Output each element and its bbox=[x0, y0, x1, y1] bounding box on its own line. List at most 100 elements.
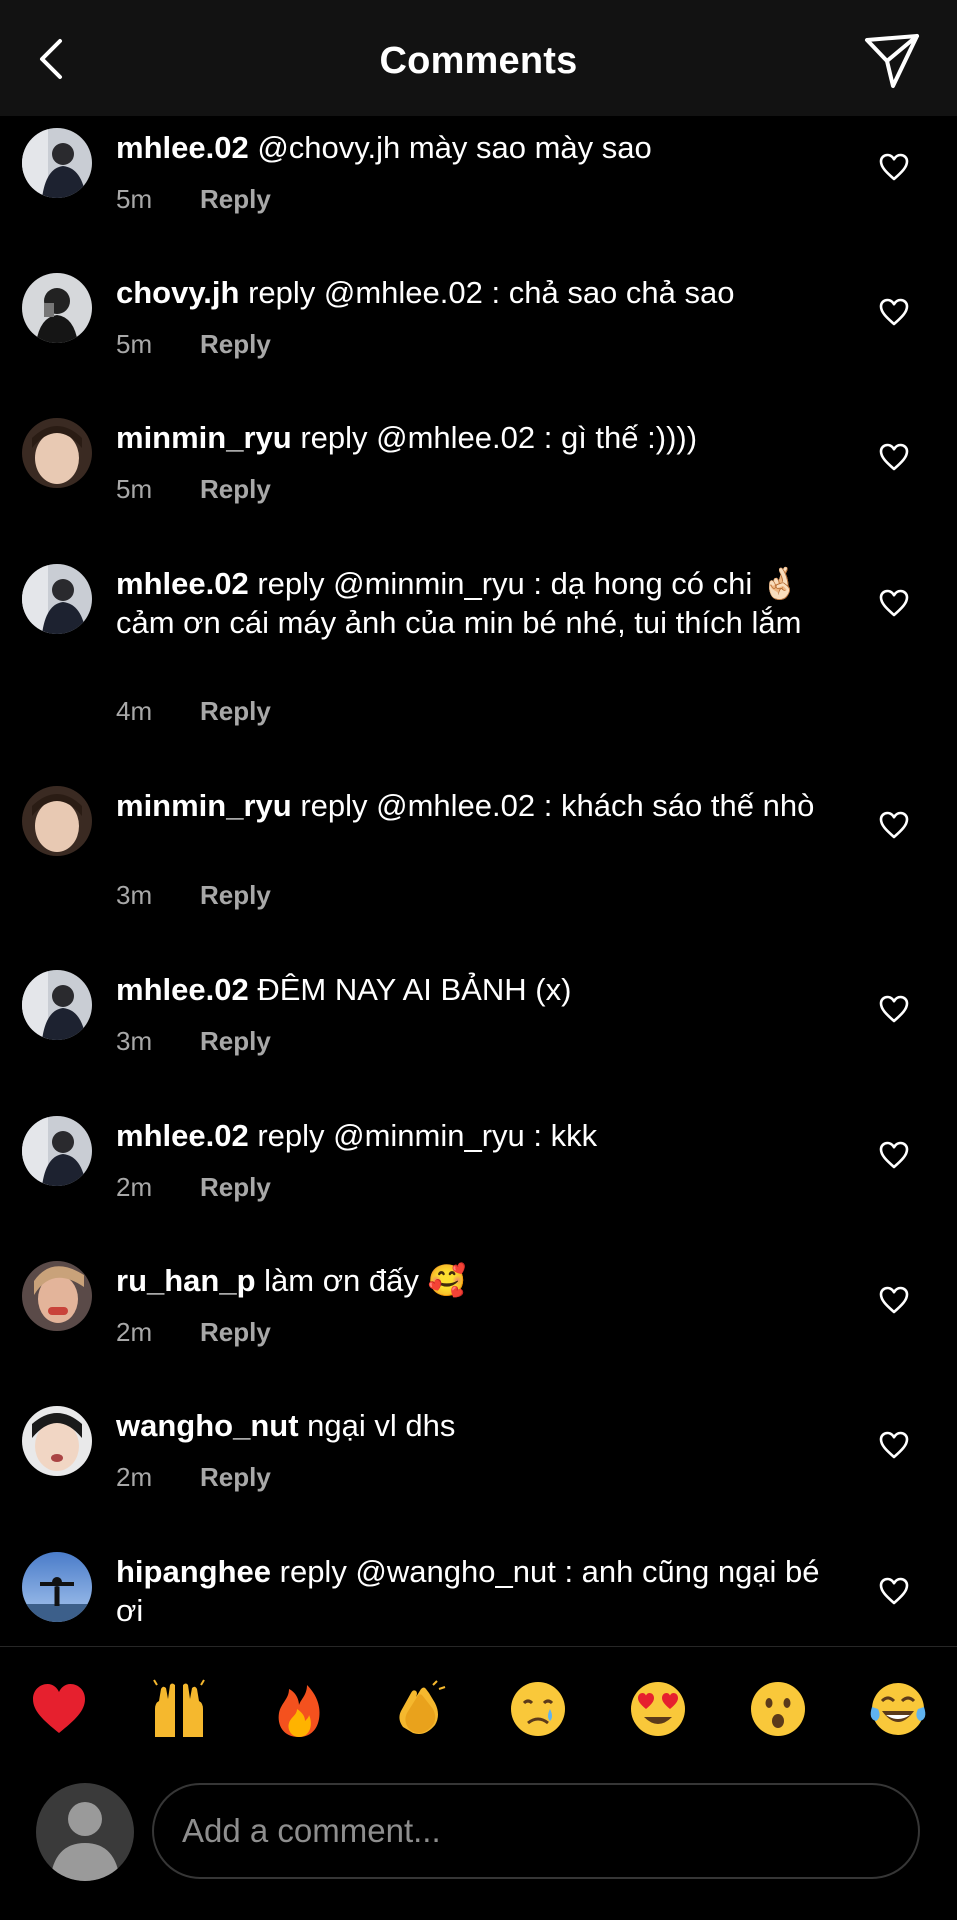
comment-text-block: mhlee.02 reply @minmin_ryu : dạ hong có … bbox=[116, 564, 826, 642]
comment-composer bbox=[0, 1772, 957, 1920]
like-button[interactable] bbox=[878, 810, 912, 842]
like-button[interactable] bbox=[878, 1576, 912, 1608]
comment-username[interactable]: ru_han_p bbox=[116, 1263, 256, 1298]
red-heart-icon bbox=[33, 1684, 85, 1733]
heart-outline-icon bbox=[879, 1431, 909, 1459]
avatar[interactable] bbox=[22, 564, 92, 634]
heart-outline-icon bbox=[879, 1577, 909, 1605]
reply-button[interactable]: Reply bbox=[200, 696, 271, 726]
comment-text-block: mhlee.02 reply @minmin_ryu : kkk bbox=[116, 1116, 826, 1155]
reply-button[interactable]: Reply bbox=[200, 1172, 271, 1202]
comment-time: 2m bbox=[116, 1462, 153, 1492]
avatar[interactable] bbox=[22, 786, 92, 856]
user-photo bbox=[22, 128, 92, 198]
comment-text: reply @mhlee.02 : gì thế :)))) bbox=[291, 420, 698, 455]
tears-of-joy-icon bbox=[870, 1683, 926, 1735]
user-photo bbox=[22, 1552, 92, 1622]
comment-list[interactable]: mhlee.02 @chovy.jh mày sao mày sao 5m Rep… bbox=[0, 116, 957, 1646]
paper-plane-icon bbox=[865, 34, 919, 88]
comment-username[interactable]: hipanghee bbox=[116, 1554, 271, 1589]
comment-username[interactable]: mhlee.02 bbox=[116, 972, 249, 1007]
comment-username[interactable]: chovy.jh bbox=[116, 275, 239, 310]
comment-username[interactable]: mhlee.02 bbox=[116, 130, 249, 165]
raising-hands-emoji-button[interactable] bbox=[149, 1679, 209, 1739]
avatar[interactable] bbox=[22, 1116, 92, 1186]
user-photo bbox=[22, 1261, 92, 1331]
comment-text: reply @mhlee.02 : chả sao chả sao bbox=[239, 275, 735, 310]
avatar[interactable] bbox=[22, 1552, 92, 1622]
comment-meta: 2m Reply bbox=[116, 1317, 271, 1348]
comment-username[interactable]: mhlee.02 bbox=[116, 1118, 249, 1153]
like-button[interactable] bbox=[878, 588, 912, 620]
like-button[interactable] bbox=[878, 442, 912, 474]
reply-button[interactable]: Reply bbox=[200, 474, 271, 504]
like-button[interactable] bbox=[878, 994, 912, 1026]
like-button[interactable] bbox=[878, 152, 912, 184]
heart-outline-icon bbox=[879, 811, 909, 839]
comment-text-block: mhlee.02 ĐÊM NAY AI BẢNH (x) bbox=[116, 970, 826, 1009]
user-photo bbox=[22, 786, 92, 856]
reply-button[interactable]: Reply bbox=[200, 329, 271, 359]
comment-text: ngại vl dhs bbox=[298, 1408, 456, 1443]
heart-eyes-emoji-button[interactable] bbox=[628, 1679, 688, 1739]
comment-meta: 5m Reply bbox=[116, 184, 271, 215]
comment-username[interactable]: wangho_nut bbox=[116, 1408, 299, 1443]
default-avatar-icon bbox=[36, 1783, 134, 1881]
avatar[interactable] bbox=[22, 970, 92, 1040]
clapping-hands-icon bbox=[399, 1680, 446, 1734]
comment-text: ĐÊM NAY AI BẢNH (x) bbox=[248, 972, 572, 1007]
comment-text: reply @minmin_ryu : kkk bbox=[248, 1118, 598, 1153]
reply-button[interactable]: Reply bbox=[200, 184, 271, 214]
add-comment-input[interactable] bbox=[152, 1783, 920, 1879]
like-button[interactable] bbox=[878, 1430, 912, 1462]
top-bar: Comments bbox=[0, 0, 957, 116]
comment-username[interactable]: mhlee.02 bbox=[116, 566, 249, 601]
comment-text-block: hipanghee reply @wangho_nut : anh cũng n… bbox=[116, 1552, 826, 1630]
comment-time: 3m bbox=[116, 1026, 153, 1056]
crying-face-icon bbox=[511, 1682, 565, 1736]
avatar[interactable] bbox=[22, 273, 92, 343]
heart-outline-icon bbox=[879, 443, 909, 471]
fire-emoji-button[interactable] bbox=[269, 1679, 329, 1739]
avatar[interactable] bbox=[22, 1406, 92, 1476]
avatar[interactable] bbox=[22, 128, 92, 198]
crying-face-emoji-button[interactable] bbox=[508, 1679, 568, 1739]
like-button[interactable] bbox=[878, 297, 912, 329]
avatar[interactable] bbox=[22, 418, 92, 488]
comment-time: 2m bbox=[116, 1317, 153, 1347]
comment-text: @chovy.jh mày sao mày sao bbox=[248, 130, 652, 165]
red-heart-emoji-button[interactable] bbox=[29, 1679, 89, 1739]
comment-time: 5m bbox=[116, 184, 153, 214]
comment-text-block: ru_han_p làm ơn đấy 🥰 bbox=[116, 1261, 826, 1300]
comment-meta: 3m Reply bbox=[116, 1026, 271, 1057]
comment-time: 2m bbox=[116, 1172, 153, 1202]
user-photo bbox=[22, 1116, 92, 1186]
comment-meta: 5m Reply bbox=[116, 474, 271, 505]
reply-button[interactable]: Reply bbox=[200, 1462, 271, 1492]
like-button[interactable] bbox=[878, 1140, 912, 1172]
clapping-hands-emoji-button[interactable] bbox=[389, 1679, 449, 1739]
fire-icon bbox=[278, 1685, 320, 1737]
like-button[interactable] bbox=[878, 1285, 912, 1317]
comment-text-block: minmin_ryu reply @mhlee.02 : khách sáo t… bbox=[116, 786, 826, 825]
comment-text-block: mhlee.02 @chovy.jh mày sao mày sao bbox=[116, 128, 826, 167]
share-button[interactable] bbox=[863, 32, 921, 90]
heart-outline-icon bbox=[879, 589, 909, 617]
comment-username[interactable]: minmin_ryu bbox=[116, 420, 292, 455]
avatar[interactable] bbox=[22, 1261, 92, 1331]
comment-time: 4m bbox=[116, 696, 153, 726]
reply-button[interactable]: Reply bbox=[200, 1317, 271, 1347]
comment-meta: 4m Reply bbox=[116, 696, 271, 727]
user-photo bbox=[22, 273, 92, 343]
tears-of-joy-emoji-button[interactable] bbox=[868, 1679, 928, 1739]
comment-text-block: minmin_ryu reply @mhlee.02 : gì thế :)))… bbox=[116, 418, 826, 457]
heart-eyes-icon bbox=[631, 1682, 685, 1736]
comment-username[interactable]: minmin_ryu bbox=[116, 788, 292, 823]
comment-time: 3m bbox=[116, 880, 153, 910]
reply-button[interactable]: Reply bbox=[200, 880, 271, 910]
comment-text: làm ơn đấy 🥰 bbox=[255, 1263, 467, 1298]
raising-hands-icon bbox=[153, 1679, 205, 1737]
reply-button[interactable]: Reply bbox=[200, 1026, 271, 1056]
surprised-face-emoji-button[interactable] bbox=[748, 1679, 808, 1739]
heart-outline-icon bbox=[879, 298, 909, 326]
